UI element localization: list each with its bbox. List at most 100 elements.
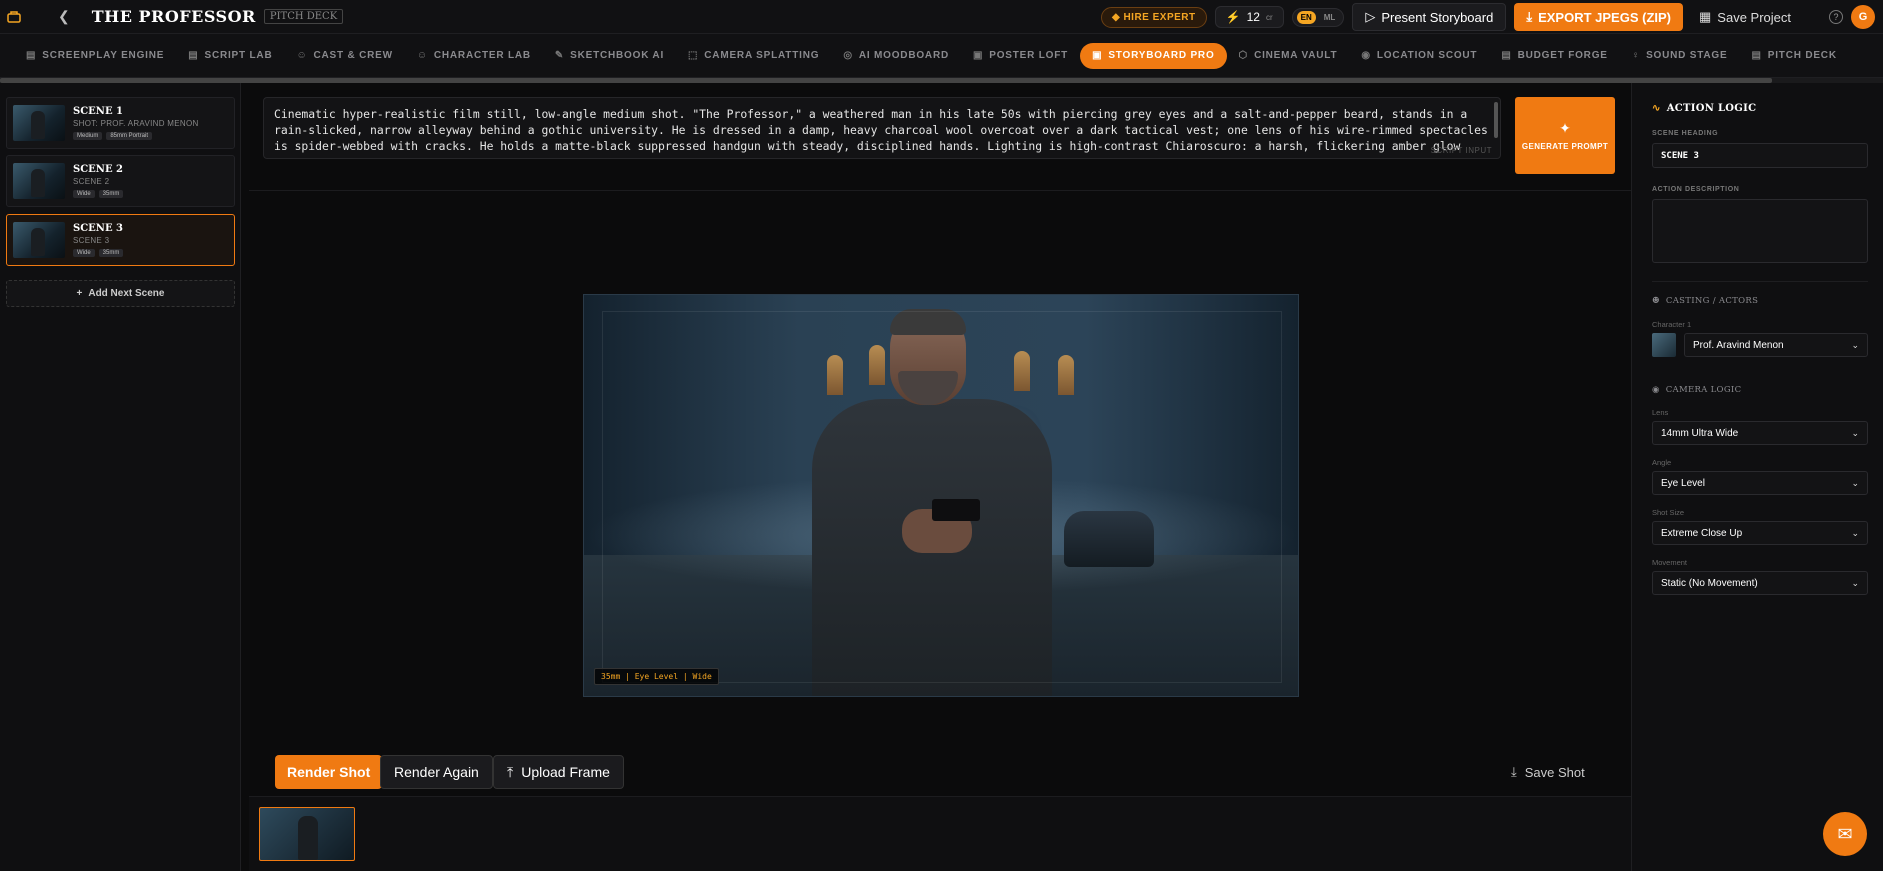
scene-heading-input[interactable]: SCENE 3 [1652, 143, 1868, 168]
budget-icon: ▤ [1501, 50, 1512, 61]
export-jpegs-button[interactable]: ⤓ EXPORT JPEGS (ZIP) [1514, 3, 1683, 31]
shot-preview[interactable]: 35mm | Eye Level | Wide [583, 294, 1299, 697]
nav-tab-label: SKETCHBOOK AI [570, 50, 665, 61]
shot-size-select[interactable]: Extreme Close Up ⌄ [1652, 521, 1868, 545]
prompt-scrollbar[interactable] [1494, 102, 1498, 138]
scene-subtitle: SHOT: PROF. ARAVIND MENON [73, 119, 199, 128]
angle-value: Eye Level [1661, 477, 1705, 489]
hire-expert-button[interactable]: ◆ HIRE EXPERT [1100, 6, 1207, 28]
nav-tab-location-scout[interactable]: ◉ LOCATION SCOUT [1349, 43, 1489, 69]
upload-frame-label: Upload Frame [521, 764, 610, 780]
nav-tab-label: CAST & CREW [313, 50, 393, 61]
generate-prompt-label: GENERATE PROMPT [1521, 141, 1609, 151]
prompt-hint: SCRIPT INPUT [1430, 146, 1492, 155]
scene-thumbnail [13, 222, 65, 258]
lens-label: Lens [1652, 408, 1669, 417]
nav-tab-ai-moodboard[interactable]: ◎ AI MOODBOARD [831, 43, 961, 69]
nav-tab-camera-splatting[interactable]: ⬚ CAMERA SPLATTING [676, 43, 831, 69]
storyboard-workspace: Cinematic hyper-realistic film still, lo… [249, 83, 1631, 871]
download-icon: ⤓ [1511, 764, 1517, 779]
palette-icon: ◎ [843, 50, 853, 61]
chat-icon[interactable]: ✉ [1823, 812, 1867, 856]
nav-tab-cast-crew[interactable]: ☺ CAST & CREW [284, 43, 404, 69]
safe-frame-guide [602, 311, 1282, 683]
nav-tab-poster-loft[interactable]: ▣ POSTER LOFT [961, 43, 1080, 69]
scene-tag: 85mm Portrait [106, 132, 153, 140]
nav-tab-screenplay-engine[interactable]: ▤ SCREENPLAY ENGINE [14, 43, 176, 69]
filmstrip [249, 796, 1631, 871]
action-logic-panel: ∿ ACTION LOGIC SCENE HEADING SCENE 3 ACTI… [1631, 83, 1883, 871]
lang-en[interactable]: EN [1296, 10, 1316, 24]
user-avatar[interactable]: G [1851, 5, 1875, 29]
deck-icon: ▤ [1751, 50, 1762, 61]
shot-size-label: Shot Size [1652, 508, 1685, 517]
character-select[interactable]: Prof. Aravind Menon ⌄ [1684, 333, 1868, 357]
mic-icon: ♀ [1631, 50, 1641, 61]
scene-card-1[interactable]: SCENE 1 SHOT: PROF. ARAVIND MENON Medium… [6, 97, 235, 149]
lang-ml[interactable]: ML [1320, 11, 1340, 24]
scene-tag: Medium [73, 132, 103, 140]
script-icon: ▤ [188, 50, 199, 61]
nav-tab-character-lab[interactable]: ☺ CHARACTER LAB [405, 43, 543, 69]
generate-prompt-button[interactable]: ✦ GENERATE PROMPT [1515, 97, 1615, 174]
action-description-label: ACTION DESCRIPTION [1652, 186, 1740, 193]
nav-tab-label: SCREENPLAY ENGINE [42, 50, 165, 61]
action-description-textarea[interactable] [1652, 199, 1868, 263]
angle-label: Angle [1652, 458, 1672, 467]
prompt-text[interactable]: Cinematic hyper-realistic film still, lo… [274, 106, 1490, 154]
nav-tab-budget-forge[interactable]: ▤ BUDGET FORGE [1489, 43, 1619, 69]
nav-tab-sound-stage[interactable]: ♀ SOUND STAGE [1620, 43, 1740, 69]
prompt-textarea[interactable]: Cinematic hyper-realistic film still, lo… [263, 97, 1501, 159]
render-shot-button[interactable]: Render Shot [275, 755, 383, 789]
nav-tab-label: STORYBOARD PRO [1108, 50, 1215, 61]
scene-card-3[interactable]: SCENE 3 SCENE 3 Wide 35mm [6, 214, 235, 266]
upload-frame-button[interactable]: ⤒ Upload Frame [493, 755, 624, 789]
character-value: Prof. Aravind Menon [1693, 339, 1784, 351]
credits-display[interactable]: ⚡ 12 cr [1214, 6, 1284, 28]
scene-subtitle: SCENE 3 [73, 236, 110, 245]
nav-tab-label: SCRIPT LAB [204, 50, 273, 61]
help-icon[interactable]: ? [1829, 10, 1843, 24]
lens-select[interactable]: 14mm Ultra Wide ⌄ [1652, 421, 1868, 445]
lens-value: 14mm Ultra Wide [1661, 427, 1739, 439]
save-project-label: Save Project [1717, 9, 1791, 25]
nav-tab-sketchbook-ai[interactable]: ✎ SKETCHBOOK AI [543, 43, 676, 69]
users-icon: ☺ [296, 50, 308, 61]
app-logo-icon[interactable] [6, 9, 22, 25]
action-logic-title: ∿ ACTION LOGIC [1652, 103, 1756, 114]
nav-tab-label: LOCATION SCOUT [1376, 50, 1478, 61]
add-scene-label: Add Next Scene [88, 288, 165, 299]
nav-tab-label: CAMERA SPLATTING [704, 50, 820, 61]
nav-tab-cinema-vault[interactable]: ⬡ CINEMA VAULT [1227, 43, 1350, 69]
back-icon[interactable]: ❮ [58, 8, 70, 25]
nav-tab-script-lab[interactable]: ▤ SCRIPT LAB [176, 43, 284, 69]
nav-tab-label: POSTER LOFT [989, 50, 1069, 61]
add-next-scene-button[interactable]: + Add Next Scene [6, 280, 235, 307]
activity-icon: ∿ [1652, 103, 1661, 114]
play-icon: ▷ [1365, 9, 1376, 24]
language-toggle[interactable]: EN ML [1291, 7, 1345, 27]
movement-select[interactable]: Static (No Movement) ⌄ [1652, 571, 1868, 595]
save-shot-label: Save Shot [1524, 764, 1585, 780]
angle-select[interactable]: Eye Level ⌄ [1652, 471, 1868, 495]
scene-card-2[interactable]: SCENE 2 SCENE 2 Wide 35mm [6, 155, 235, 207]
credits-value: 12 [1246, 10, 1260, 24]
screenplay-icon: ▤ [26, 50, 37, 61]
nav-tab-storyboard-pro[interactable]: ▣ STORYBOARD PRO [1080, 42, 1227, 69]
bolt-icon: ⚡ [1225, 10, 1241, 24]
save-project-button[interactable]: ▦ Save Project [1691, 3, 1799, 31]
nav-tab-label: CINEMA VAULT [1254, 50, 1338, 61]
save-shot-button[interactable]: ⤓ Save Shot [1511, 755, 1585, 789]
nav-tab-pitch-deck[interactable]: ▤ PITCH DECK [1739, 43, 1848, 69]
filmstrip-thumbnail[interactable] [259, 807, 355, 861]
render-again-button[interactable]: Render Again [380, 755, 493, 789]
export-label: EXPORT JPEGS (ZIP) [1538, 9, 1671, 25]
camera-icon: ◉ [1652, 385, 1660, 395]
upload-icon: ⤒ [507, 763, 514, 780]
scene-sidebar: SCENE 1 SHOT: PROF. ARAVIND MENON Medium… [0, 83, 241, 871]
present-storyboard-button[interactable]: ▷ Present Storyboard [1352, 3, 1507, 31]
scene-title: SCENE 2 [73, 164, 124, 175]
nav-tab-label: PITCH DECK [1767, 50, 1837, 61]
action-logic-label: ACTION LOGIC [1666, 103, 1757, 114]
camera-logic-title: ◉ CAMERA LOGIC [1652, 385, 1741, 395]
